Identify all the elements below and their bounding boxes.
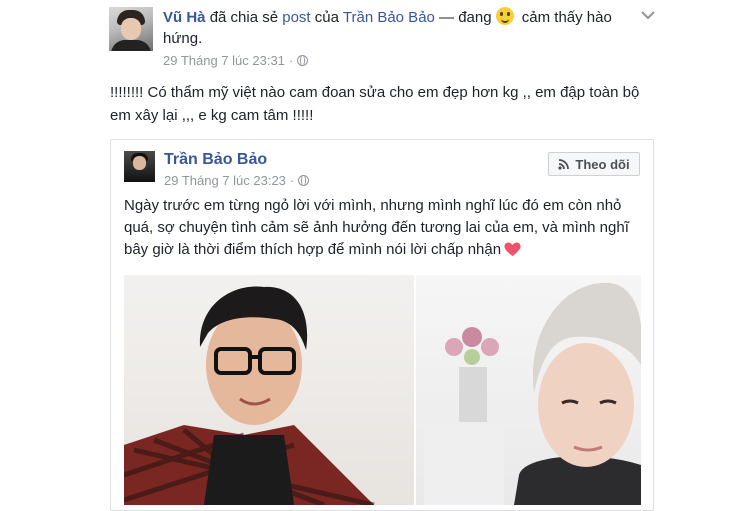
meta-separator: · — [288, 53, 294, 68]
rss-icon — [558, 159, 570, 170]
shared-post-card: Trần Bảo Bảo 29 Tháng 7 lúc 23:23 · Theo … — [110, 139, 654, 511]
shared-post-meta: 29 Tháng 7 lúc 23:23 · — [164, 173, 310, 188]
right-face — [538, 343, 634, 467]
shared-text: đã chia sẻ — [209, 9, 279, 26]
shared-author-name[interactable]: Trần Bảo Bảo — [164, 151, 267, 169]
author-avatar[interactable] — [109, 7, 153, 51]
original-author-link[interactable]: Trần Bảo Bảo — [343, 9, 435, 26]
shared-photo[interactable] — [124, 275, 641, 505]
of-text: của — [314, 9, 339, 26]
smiley-icon — [495, 7, 514, 25]
globe-icon[interactable] — [298, 175, 310, 186]
feeling-prefix: — đang — [439, 9, 492, 26]
post-meta: 29 Tháng 7 lúc 23:31 · — [163, 53, 309, 68]
shared-author-avatar[interactable] — [124, 151, 155, 182]
heart-icon — [504, 242, 521, 256]
post-link[interactable]: post — [282, 9, 310, 26]
shared-post-text: Ngày trước em từng ngỏ lời với mình, như… — [124, 195, 634, 261]
post-header: Vũ Hà đã chia sẻ post của Trần Bảo Bảo —… — [163, 7, 633, 49]
shared-post-body: Ngày trước em từng ngỏ lời với mình, như… — [124, 197, 629, 258]
shared-meta-separator: · — [289, 173, 295, 188]
follow-label: Theo dõi — [575, 156, 630, 172]
black-tshirt — [204, 435, 294, 505]
post-message: !!!!!!!! Có thẩm mỹ việt nào cam đoan sử… — [110, 84, 640, 124]
post-timestamp[interactable]: 29 Tháng 7 lúc 23:31 — [163, 53, 285, 68]
globe-icon[interactable] — [297, 55, 309, 66]
chevron-down-icon[interactable] — [640, 8, 656, 22]
author-name[interactable]: Vũ Hà — [163, 9, 206, 26]
feed-post: Vũ Hà đã chia sẻ post của Trần Bảo Bảo —… — [0, 0, 750, 511]
shared-post-timestamp[interactable]: 29 Tháng 7 lúc 23:23 — [164, 173, 286, 188]
follow-button[interactable]: Theo dõi — [548, 152, 640, 176]
photo-illustration — [124, 282, 641, 505]
